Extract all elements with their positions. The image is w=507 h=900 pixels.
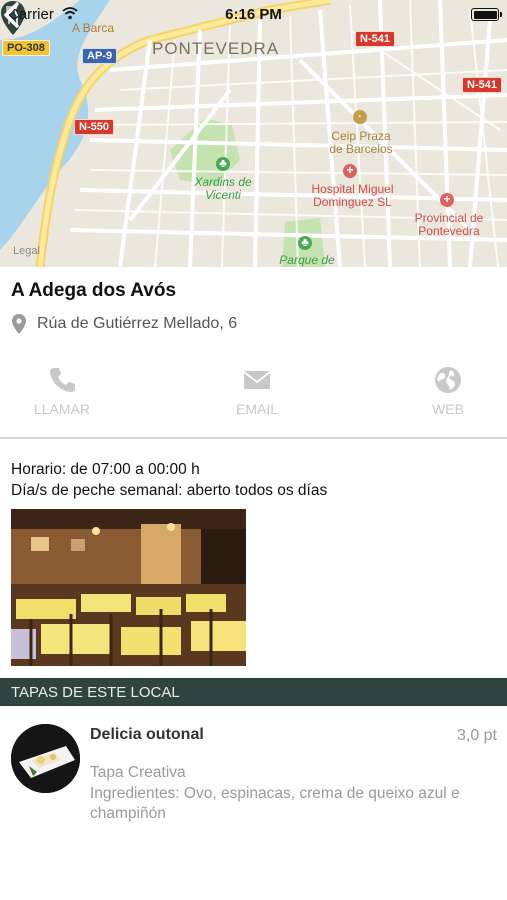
map-label-parque: Parque de bbox=[279, 253, 335, 267]
road-badge-ap9: AP-9 bbox=[82, 48, 118, 64]
road-badge-n541: N-541 bbox=[355, 31, 395, 47]
email-button[interactable]: EMAIL bbox=[197, 365, 317, 417]
envelope-icon bbox=[243, 371, 271, 389]
closing-day-text: Día/s de peche semanal: aberto todos os … bbox=[11, 482, 328, 499]
restaurant-interior-image bbox=[11, 509, 246, 666]
tapa-name: Delicia outonal bbox=[90, 726, 204, 743]
location-pin-icon bbox=[12, 314, 26, 334]
map-label-hospital: Hospital Miguel Dominguez SL bbox=[311, 182, 394, 209]
address-row: Rúa de Gutiérrez Mellado, 6 bbox=[11, 313, 237, 335]
back-arrow-icon[interactable] bbox=[0, 0, 24, 30]
hospital-poi-icon: + bbox=[343, 163, 357, 178]
tapas-section-header: TAPAS DE ESTE LOCAL bbox=[0, 678, 507, 706]
status-bar: Carrier 6:16 PM bbox=[0, 0, 507, 30]
road-badge-n541-east: N-541 bbox=[462, 77, 502, 93]
phone-icon bbox=[50, 368, 75, 392]
hospital-poi-icon: + bbox=[440, 192, 454, 207]
divider bbox=[0, 437, 507, 439]
park-poi-icon: ♣ bbox=[298, 235, 312, 250]
tapa-price: 3,0 pt bbox=[456, 727, 497, 744]
map-legal-link[interactable]: Legal bbox=[13, 245, 40, 258]
road-badge-n550: N-550 bbox=[74, 119, 114, 135]
email-label: EMAIL bbox=[235, 401, 278, 417]
tapa-type: Tapa Creativa bbox=[90, 764, 186, 781]
call-button[interactable]: LLAMAR bbox=[2, 365, 122, 417]
call-label: LLAMAR bbox=[33, 401, 91, 417]
map-label-provincial: Provincial de Pontevedra bbox=[414, 211, 484, 238]
address-text: Rúa de Gutiérrez Mellado, 6 bbox=[37, 315, 238, 332]
school-poi-icon: · bbox=[353, 109, 367, 124]
web-label: WEB bbox=[432, 401, 464, 417]
tapa-ingredients: Ingredientes: Ovo, espinacas, crema de q… bbox=[90, 785, 460, 822]
park-poi-icon: ♣ bbox=[216, 156, 230, 171]
map-city-label: PONTEVEDRA bbox=[152, 39, 280, 58]
map-view[interactable]: PO-308 AP-9 N-541 N-541 N-550 PONTEVEDRA… bbox=[0, 0, 507, 267]
map-label-xardins: Xardins de Vicenti bbox=[194, 175, 252, 202]
place-name: A Adega dos Avós bbox=[11, 280, 177, 301]
globe-icon bbox=[435, 367, 461, 393]
battery-icon bbox=[471, 8, 502, 21]
tapa-thumbnail bbox=[11, 724, 80, 793]
tapa-list-item[interactable]: Delicia outonal 3,0 pt Tapa Creativa Ing… bbox=[0, 706, 507, 836]
road-badge-po308: PO-308 bbox=[2, 40, 50, 56]
opening-info: Horario: de 07:00 a 00:00 h Día/s de pec… bbox=[11, 459, 327, 501]
hours-text: Horario: de 07:00 a 00:00 h bbox=[11, 461, 200, 478]
restaurant-photo[interactable] bbox=[11, 509, 246, 666]
action-bar: LLAMAR EMAIL WEB bbox=[0, 365, 507, 437]
clock: 6:16 PM bbox=[225, 6, 282, 23]
map-label-ceip: Ceip Praza de Barcelos bbox=[329, 129, 393, 156]
web-button[interactable]: WEB bbox=[388, 365, 507, 417]
tapa-dish-image bbox=[11, 724, 80, 793]
